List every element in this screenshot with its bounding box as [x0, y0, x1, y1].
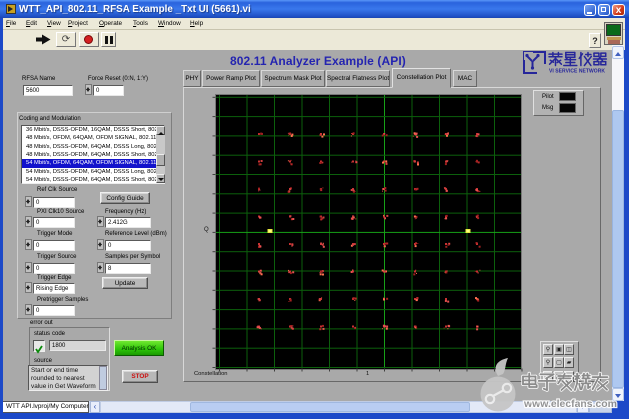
- svg-text:www.elecfans.com: www.elecfans.com: [523, 398, 617, 410]
